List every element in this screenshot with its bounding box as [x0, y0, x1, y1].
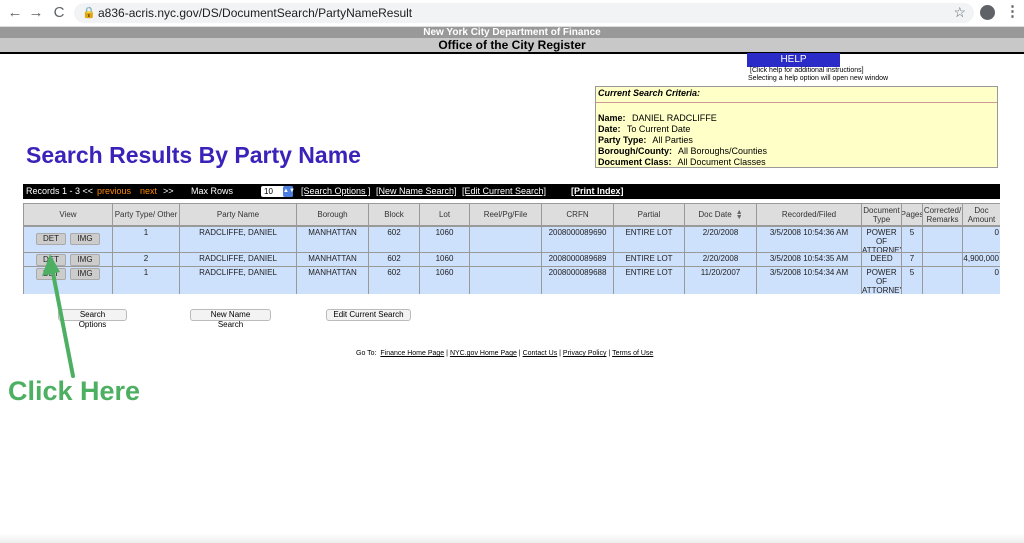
annotation-arrow — [42, 254, 75, 378]
arrow-head — [42, 254, 60, 276]
page-bottom-shadow — [0, 533, 1024, 543]
click-here-annotation: Click Here — [8, 376, 141, 406]
arrow-shaft — [50, 266, 75, 378]
